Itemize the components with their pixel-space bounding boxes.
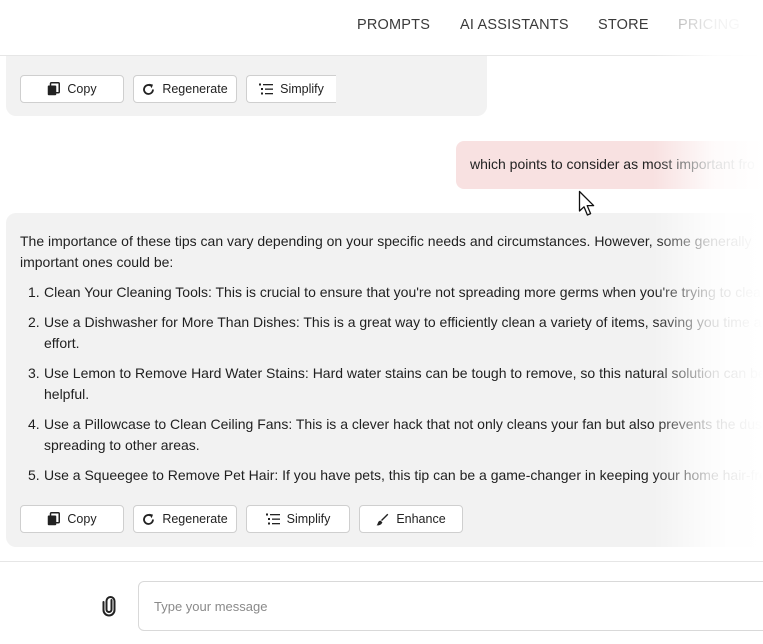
enhance-button[interactable]: Enhance (359, 505, 463, 533)
regenerate-icon (143, 513, 155, 525)
list-item: 4. Use a Pillowcase to Clean Ceiling Fans… (20, 414, 763, 456)
simplify-button[interactable]: Simplify (246, 505, 350, 533)
answer-card: The importance of these tips can vary de… (6, 213, 763, 547)
copy-button[interactable]: Copy (20, 75, 124, 103)
copy-label: Copy (67, 512, 97, 526)
message-input[interactable] (138, 581, 763, 631)
list-item-number: 5. (28, 467, 40, 483)
enhance-label: Enhance (396, 512, 446, 526)
simplify-label: Simplify (280, 82, 324, 96)
list-item: 3. Use Lemon to Remove Hard Water Stains:… (20, 363, 763, 405)
copy-button[interactable]: Copy (20, 505, 124, 533)
regenerate-button[interactable]: Regenerate (133, 75, 237, 103)
copy-label: Copy (67, 82, 97, 96)
previous-answer-actions: Copy Regenerate Simplify (20, 75, 336, 103)
list-item-text: Use a Dishwasher for More Than Dishes: T… (44, 314, 763, 351)
list-item: 5. Use a Squeegee to Remove Pet Hair: If … (20, 465, 763, 486)
list-icon (265, 513, 280, 524)
composer-divider (0, 561, 763, 562)
brush-icon (376, 513, 389, 525)
top-nav: PROMPTS AI ASSISTANTS STORE PRICING (0, 0, 763, 56)
nav-ai-assistants[interactable]: AI ASSISTANTS (460, 17, 569, 33)
simplify-label: Simplify (286, 512, 331, 526)
nav-prompts[interactable]: PROMPTS (357, 17, 430, 33)
list-icon (259, 83, 274, 94)
simplify-button[interactable]: Simplify (246, 75, 336, 103)
regenerate-label: Regenerate (162, 512, 228, 526)
list-item-number: 1. (28, 284, 40, 300)
list-item-number: 4. (28, 416, 40, 432)
nav-pricing[interactable]: PRICING (678, 17, 740, 33)
user-message-bubble: which points to consider as most importa… (456, 141, 763, 189)
list-item-text: Use a Pillowcase to Clean Ceiling Fans: … (44, 416, 763, 453)
answer-actions: Copy Regenerate Simplify Enhance (20, 505, 463, 533)
user-message-text: which points to consider as most importa… (470, 156, 755, 172)
list-item-text: Use a Squeegee to Remove Pet Hair: If yo… (44, 467, 763, 483)
regenerate-button[interactable]: Regenerate (133, 505, 237, 533)
regenerate-icon (143, 83, 155, 95)
answer-body: The importance of these tips can vary de… (20, 231, 763, 495)
list-item: 1. Clean Your Cleaning Tools: This is cru… (20, 282, 763, 303)
list-item-number: 3. (28, 365, 40, 381)
nav-store[interactable]: STORE (598, 17, 649, 33)
paperclip-icon (102, 596, 116, 617)
answer-intro: The importance of these tips can vary de… (20, 233, 752, 270)
list-item-text: Use Lemon to Remove Hard Water Stains: H… (44, 365, 763, 402)
copy-icon (48, 512, 61, 526)
previous-answer-card: Copy Regenerate Simplify (6, 56, 487, 116)
list-item: 2. Use a Dishwasher for More Than Dishes:… (20, 312, 763, 354)
list-item-text: Clean Your Cleaning Tools: This is cruci… (44, 284, 761, 300)
copy-icon (48, 82, 61, 96)
answer-list: 1. Clean Your Cleaning Tools: This is cru… (20, 282, 763, 486)
list-item-number: 2. (28, 314, 40, 330)
attach-button[interactable] (98, 595, 120, 617)
regenerate-label: Regenerate (162, 82, 228, 96)
